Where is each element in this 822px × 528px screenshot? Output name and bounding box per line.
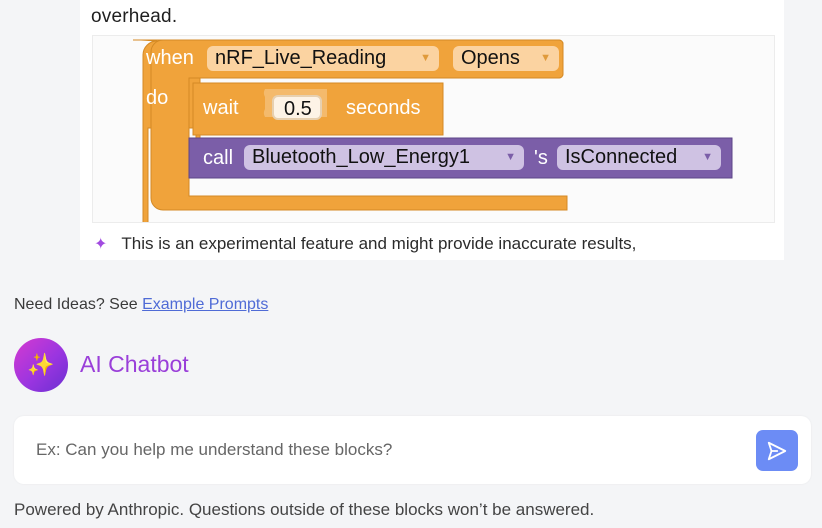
wait-value: 0.5	[284, 98, 312, 120]
chevron-down-icon: ▼	[702, 151, 713, 163]
method-dropdown[interactable]: IsConnected ▼	[557, 145, 721, 170]
call-label: call	[203, 147, 234, 169]
component-dropdown-value: nRF_Live_Reading	[215, 47, 387, 69]
chat-message-panel: overhead. when nRF_Live_Reading ▼ Opens …	[80, 0, 784, 260]
chevron-down-icon: ▼	[420, 52, 431, 64]
chevron-down-icon: ▼	[540, 52, 551, 64]
seconds-label: seconds	[346, 97, 421, 119]
when-label: when	[146, 47, 194, 69]
need-ideas-text: Need Ideas? See	[14, 296, 143, 313]
need-ideas: Need Ideas? See Example Prompts	[14, 296, 268, 314]
send-button[interactable]	[756, 430, 798, 471]
send-icon	[767, 441, 787, 460]
event-dropdown[interactable]: Opens ▼	[453, 46, 559, 71]
sparkle-icon: ✦	[94, 236, 108, 253]
blocks-preview: when nRF_Live_Reading ▼ Opens ▼ do wait …	[92, 35, 775, 223]
chat-input[interactable]	[28, 434, 744, 466]
possessive-label: 's	[534, 147, 548, 169]
wait-label: wait	[203, 97, 239, 119]
sparkle-icon: ✨	[27, 352, 55, 377]
call-component-value: Bluetooth_Low_Energy1	[252, 146, 470, 168]
experimental-disclaimer: ✦ This is an experimental feature and mig…	[94, 234, 636, 254]
do-label: do	[146, 87, 169, 109]
message-text: overhead.	[91, 6, 178, 27]
chatbot-title: AI Chatbot	[80, 351, 189, 377]
disclaimer-text: This is an experimental feature and migh…	[121, 234, 637, 253]
method-value: IsConnected	[565, 146, 678, 168]
example-prompts-link[interactable]: Example Prompts	[142, 296, 268, 313]
chatbot-avatar: ✨	[14, 338, 68, 392]
call-component-dropdown[interactable]: Bluetooth_Low_Energy1 ▼	[244, 145, 524, 170]
footer-note: Powered by Anthropic. Questions outside …	[14, 500, 595, 519]
component-dropdown[interactable]: nRF_Live_Reading ▼	[207, 46, 439, 71]
chevron-down-icon: ▼	[505, 151, 516, 163]
chat-input-container	[14, 416, 811, 484]
event-dropdown-value: Opens	[461, 47, 520, 69]
wait-value-input[interactable]: 0.5	[272, 95, 322, 120]
